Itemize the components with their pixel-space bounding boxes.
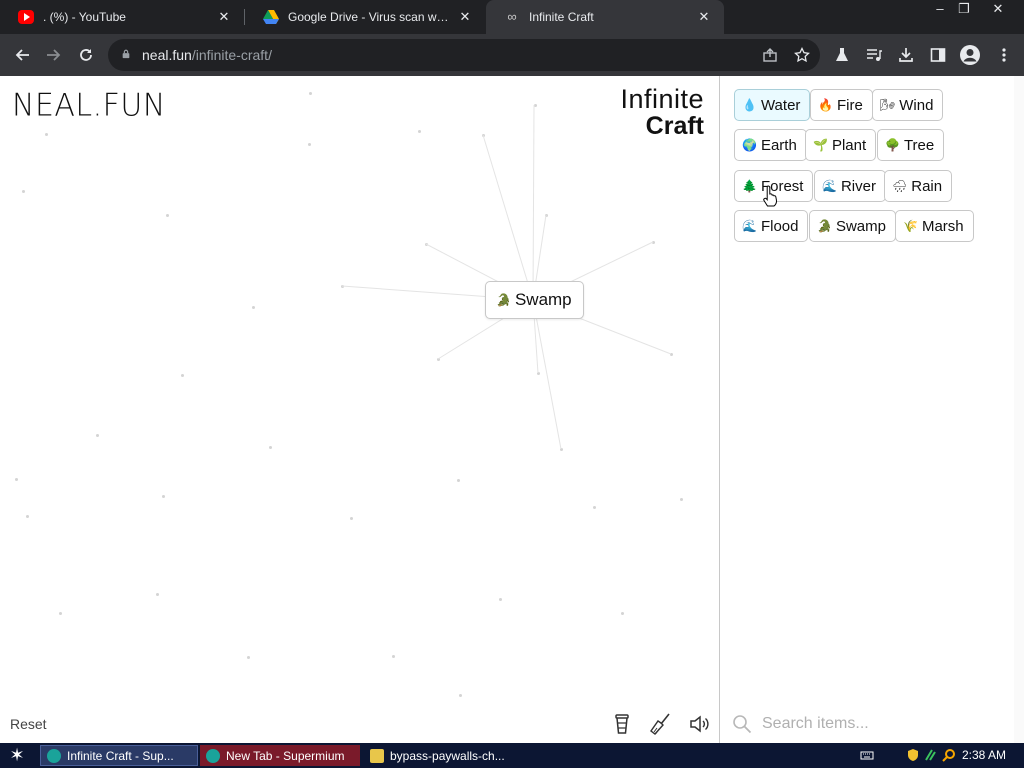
search-bar [732, 710, 1012, 738]
arrow-right-icon [47, 49, 61, 61]
seedling-icon: 🌱 [813, 138, 828, 152]
wind-icon: 🌬 [880, 98, 896, 112]
sidebar-item-water[interactable]: 💧 Water [734, 89, 811, 121]
menu-kebab-icon[interactable] [992, 43, 1016, 67]
download-icon[interactable] [894, 43, 918, 67]
search-input[interactable] [762, 715, 992, 733]
tab-strip: . (%) - YouTube ✕ Google Drive - Virus s… [0, 0, 1024, 34]
supermium-icon [206, 748, 220, 763]
search-icon [733, 715, 752, 734]
infinity-icon: ∞ [507, 9, 517, 24]
search-tray-icon[interactable] [942, 748, 956, 762]
taskbar-item-folder[interactable]: bypass-paywalls-ch... [364, 745, 524, 766]
tree-icon: 🌳 [885, 138, 900, 152]
browser-toolbar: neal.fun/infinite-craft/ [0, 34, 1024, 76]
supermium-icon [47, 748, 61, 763]
canvas-item-swamp[interactable]: 🐊 Swamp [485, 281, 584, 319]
folder-icon [370, 748, 384, 763]
broom-icon[interactable] [648, 712, 672, 736]
tab-title: Google Drive - Virus scan warning [288, 10, 449, 24]
media-queue-icon[interactable] [862, 43, 886, 67]
crocodile-icon: 🐊 [496, 293, 511, 307]
item-label: Swamp [514, 290, 572, 309]
reed-icon: 🌾 [903, 219, 918, 233]
tab-youtube[interactable]: . (%) - YouTube ✕ [0, 0, 244, 34]
bookmark-star-icon[interactable] [790, 43, 814, 67]
sidebar-scrollbar[interactable] [1014, 76, 1024, 743]
profile-avatar-icon[interactable] [958, 43, 982, 67]
globe-icon: 🌍 [742, 138, 757, 152]
url-text: neal.fun/infinite-craft/ [142, 47, 272, 63]
close-window-icon[interactable]: ✕ [986, 0, 1010, 18]
tab-infinite-craft[interactable]: ∞ Infinite Craft ✕ [486, 0, 724, 34]
sidebar-item-river[interactable]: 🌊 River [814, 170, 886, 202]
wave-icon: 🌊 [742, 219, 757, 233]
close-tab-icon[interactable]: ✕ [696, 9, 712, 25]
infinite-craft-logo: Infinite Craft [620, 84, 704, 140]
speaker-icon[interactable] [688, 712, 712, 736]
sidebar-item-wind[interactable]: 🌬 Wind [872, 89, 944, 121]
share-icon[interactable] [758, 43, 782, 67]
tab-google-drive[interactable]: Google Drive - Virus scan warning ✕ [245, 0, 485, 34]
connection-rays [341, 104, 672, 450]
labs-flask-icon[interactable] [830, 43, 854, 67]
os-taskbar: ✶ Infinite Craft - Sup... New Tab - Supe… [0, 743, 1024, 768]
wave-icon: 🌊 [822, 179, 837, 193]
lock-icon [122, 49, 130, 59]
close-tab-icon[interactable]: ✕ [216, 9, 232, 25]
hand-pointer-cursor-icon [763, 185, 777, 207]
sidebar-item-swamp[interactable]: 🐊 Swamp [809, 210, 896, 242]
neal-fun-logo[interactable]: NEAL.FUN [12, 87, 166, 124]
tab-title: Infinite Craft [529, 10, 594, 24]
reload-icon [80, 49, 92, 61]
sidebar-item-flood[interactable]: 🌊 Flood [734, 210, 809, 242]
keyboard-icon[interactable] [860, 748, 874, 762]
droplet-icon: 💧 [742, 98, 757, 112]
coffee-cup-icon[interactable] [610, 712, 634, 736]
fire-icon: 🔥 [818, 98, 833, 112]
address-bar[interactable]: neal.fun/infinite-craft/ [108, 39, 820, 71]
tab-title: . (%) - YouTube [43, 10, 126, 24]
crocodile-icon: 🐊 [817, 219, 832, 233]
sidebar-item-marsh[interactable]: 🌾 Marsh [895, 210, 974, 242]
network-icon[interactable] [924, 748, 938, 762]
sidebar-item-fire[interactable]: 🔥 Fire [810, 89, 873, 121]
shield-icon[interactable] [906, 748, 920, 762]
reset-button[interactable]: Reset [10, 716, 47, 732]
taskbar-clock[interactable]: 2:38 AM [962, 748, 1006, 762]
youtube-icon [18, 10, 34, 24]
sidebar-item-plant[interactable]: 🌱 Plant [805, 129, 877, 161]
google-drive-icon [263, 10, 279, 24]
restore-icon[interactable]: ❐ [952, 0, 976, 18]
taskbar-item-new-tab[interactable]: New Tab - Supermium [200, 745, 360, 766]
sidebar-item-rain[interactable]: 🌧 Rain [884, 170, 953, 202]
side-panel-icon[interactable] [926, 43, 950, 67]
back-button[interactable] [10, 43, 34, 67]
evergreen-tree-icon: 🌲 [742, 179, 757, 193]
arrow-left-icon [15, 49, 29, 61]
items-sidebar: 💧 Water 🔥 Fire 🌬 Wind 🌍 Earth 🌱 Plant 🌳 … [719, 76, 1024, 743]
forward-button[interactable] [42, 43, 66, 67]
minimize-icon[interactable]: – [928, 0, 952, 18]
rain-cloud-icon: 🌧 [892, 179, 908, 193]
sidebar-item-earth[interactable]: 🌍 Earth [734, 129, 807, 161]
page-content: 🐊 Swamp NEAL.FUN Infinite Craft Reset 💧 … [0, 76, 1024, 743]
reload-button[interactable] [74, 43, 98, 67]
close-tab-icon[interactable]: ✕ [457, 9, 473, 25]
sidebar-item-tree[interactable]: 🌳 Tree [877, 129, 945, 161]
taskbar-item-infinite-craft[interactable]: Infinite Craft - Sup... [40, 745, 198, 766]
start-button-icon[interactable]: ✶ [6, 745, 28, 766]
crafting-canvas[interactable]: 🐊 Swamp NEAL.FUN Infinite Craft Reset [0, 76, 719, 743]
